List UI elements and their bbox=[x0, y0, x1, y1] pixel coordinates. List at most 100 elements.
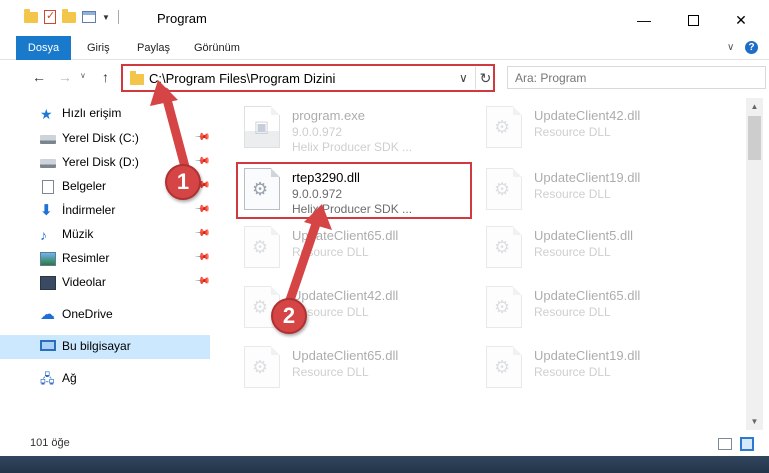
sidebar-item-local-disk-c[interactable]: Yerel Disk (C:) 📌 bbox=[0, 127, 211, 151]
folder-icon bbox=[130, 71, 144, 85]
network-icon: 🖧 bbox=[40, 371, 55, 386]
navigation-bar: ← → ∨ ↑ C:\Program Files\Program Dizini … bbox=[0, 61, 769, 94]
pin-icon[interactable]: 📌 bbox=[194, 201, 211, 218]
recent-locations-chevron-icon[interactable]: ∨ bbox=[80, 71, 86, 80]
file-type: Resource DLL bbox=[292, 245, 369, 259]
new-folder-icon[interactable] bbox=[62, 8, 76, 23]
expand-ribbon-chevron-icon[interactable]: ∨ bbox=[727, 42, 734, 53]
step-1-badge: 1 bbox=[165, 164, 201, 200]
file-tile[interactable]: UpdateClient19.dll Resource DLL bbox=[486, 340, 726, 396]
dll-file-icon bbox=[244, 226, 280, 268]
address-bar[interactable]: C:\Program Files\Program Dizini ∨ ↻ bbox=[121, 64, 495, 92]
sidebar-item-network[interactable]: 🖧 Ağ bbox=[0, 367, 210, 391]
file-tile[interactable]: UpdateClient42.dll Resource DLL bbox=[486, 100, 726, 156]
ribbon: Dosya Giriş Paylaş Görünüm ∨ ? bbox=[0, 36, 769, 60]
forward-button[interactable]: → bbox=[58, 69, 72, 85]
file-type: Resource DLL bbox=[534, 125, 611, 139]
close-button[interactable]: ✕ bbox=[718, 6, 764, 34]
navigation-pane: ★ Hızlı erişim Yerel Disk (C:) 📌 Yerel D… bbox=[0, 98, 211, 430]
file-tile[interactable]: UpdateClient65.dll Resource DLL bbox=[244, 220, 484, 276]
file-name: UpdateClient5.dll bbox=[534, 228, 634, 243]
taskbar bbox=[0, 456, 769, 473]
up-button[interactable]: ↑ bbox=[102, 69, 109, 85]
maximize-icon bbox=[687, 14, 699, 26]
dll-file-icon bbox=[244, 346, 280, 388]
file-name: UpdateClient65.dll bbox=[534, 288, 641, 303]
step-2-badge: 2 bbox=[271, 298, 307, 334]
maximize-button[interactable] bbox=[670, 6, 716, 34]
sidebar-item-downloads[interactable]: ⬇ İndirmeler 📌 bbox=[0, 199, 211, 223]
toolbar-separator bbox=[117, 10, 119, 24]
file-list: program.exe 9.0.0.972 Helix Producer SDK… bbox=[210, 94, 746, 430]
customize-toolbar-chevron-icon[interactable]: ▼ bbox=[102, 13, 110, 22]
status-bar: 101 öğe bbox=[0, 430, 769, 456]
sidebar-item-label: Hızlı erişim bbox=[62, 106, 122, 120]
dll-file-icon bbox=[486, 106, 522, 148]
file-name: program.exe bbox=[292, 108, 365, 123]
sidebar-item-label: Bu bilgisayar bbox=[62, 339, 131, 353]
pin-icon[interactable]: 📌 bbox=[194, 225, 211, 242]
sidebar-item-label: Müzik bbox=[62, 227, 94, 241]
computer-icon bbox=[40, 340, 56, 351]
pin-icon[interactable]: 📌 bbox=[194, 273, 211, 290]
file-name: UpdateClient19.dll bbox=[534, 170, 641, 185]
tab-file[interactable]: Dosya bbox=[16, 36, 71, 60]
tiles-view-icon[interactable] bbox=[740, 437, 754, 451]
dll-file-icon bbox=[486, 226, 522, 268]
disk-icon bbox=[40, 159, 56, 168]
pin-icon[interactable]: 📌 bbox=[194, 249, 211, 266]
tab-share[interactable]: Paylaş bbox=[137, 36, 170, 60]
checkmark-properties-icon[interactable] bbox=[44, 9, 56, 24]
file-tile[interactable]: program.exe 9.0.0.972 Helix Producer SDK… bbox=[244, 100, 484, 156]
dll-file-icon bbox=[486, 286, 522, 328]
file-description: Helix Producer SDK ... bbox=[292, 140, 413, 154]
documents-icon bbox=[42, 180, 54, 194]
folder-icon[interactable] bbox=[24, 8, 38, 23]
sidebar-item-label: Ağ bbox=[62, 371, 77, 385]
exe-file-icon bbox=[244, 106, 280, 148]
title-bar: ▼ Program — ✕ bbox=[0, 0, 769, 36]
file-type: Resource DLL bbox=[534, 245, 611, 259]
address-path[interactable]: C:\Program Files\Program Dizini bbox=[149, 71, 335, 86]
back-button[interactable]: ← bbox=[32, 69, 46, 85]
sidebar-item-this-pc[interactable]: Bu bilgisayar bbox=[0, 335, 210, 359]
star-icon: ★ bbox=[40, 106, 53, 122]
search-input[interactable]: Ara: Program bbox=[515, 71, 586, 85]
sidebar-item-onedrive[interactable]: ☁ OneDrive bbox=[0, 303, 210, 327]
sidebar-item-music[interactable]: ♪ Müzik 📌 bbox=[0, 223, 211, 247]
disk-icon bbox=[40, 135, 56, 144]
pin-icon[interactable]: 📌 bbox=[194, 129, 211, 146]
sidebar-item-label: Yerel Disk (C:) bbox=[62, 131, 139, 145]
file-type: Resource DLL bbox=[534, 187, 611, 201]
sidebar-item-label: Yerel Disk (D:) bbox=[62, 155, 139, 169]
refresh-button[interactable]: ↻ bbox=[475, 67, 495, 89]
properties-icon[interactable] bbox=[82, 11, 96, 23]
pin-icon[interactable]: 📌 bbox=[194, 153, 211, 170]
file-tile[interactable]: UpdateClient19.dll Resource DLL bbox=[486, 162, 726, 218]
sidebar-item-videos[interactable]: Videolar 📌 bbox=[0, 271, 211, 295]
dll-file-icon bbox=[486, 346, 522, 388]
file-tile[interactable]: UpdateClient65.dll Resource DLL bbox=[244, 340, 484, 396]
sidebar-item-pictures[interactable]: Resimler 📌 bbox=[0, 247, 211, 271]
videos-icon bbox=[40, 276, 56, 290]
help-icon[interactable]: ? bbox=[745, 41, 758, 54]
dll-file-icon bbox=[486, 168, 522, 210]
tab-home[interactable]: Giriş bbox=[87, 36, 110, 60]
scroll-down-arrow-icon[interactable]: ▼ bbox=[746, 413, 763, 430]
quick-access-toolbar: ▼ bbox=[24, 8, 119, 24]
minimize-button[interactable]: — bbox=[621, 6, 667, 34]
search-box[interactable]: Ara: Program bbox=[507, 66, 766, 89]
vertical-scrollbar[interactable]: ▲ ▼ bbox=[746, 98, 763, 430]
item-count: 101 öğe bbox=[30, 437, 70, 449]
tab-view[interactable]: Görünüm bbox=[194, 36, 240, 60]
file-name: UpdateClient42.dll bbox=[292, 288, 399, 303]
scrollbar-thumb[interactable] bbox=[748, 116, 761, 160]
sidebar-item-quick-access[interactable]: ★ Hızlı erişim bbox=[0, 102, 210, 126]
file-tile[interactable]: UpdateClient5.dll Resource DLL bbox=[486, 220, 726, 276]
window-title: Program bbox=[157, 11, 207, 26]
details-view-icon[interactable] bbox=[718, 438, 732, 450]
file-tile[interactable]: UpdateClient65.dll Resource DLL bbox=[486, 280, 726, 336]
scroll-up-arrow-icon[interactable]: ▲ bbox=[746, 98, 763, 115]
address-history-chevron-icon[interactable]: ∨ bbox=[459, 71, 468, 85]
cloud-icon: ☁ bbox=[40, 306, 55, 323]
